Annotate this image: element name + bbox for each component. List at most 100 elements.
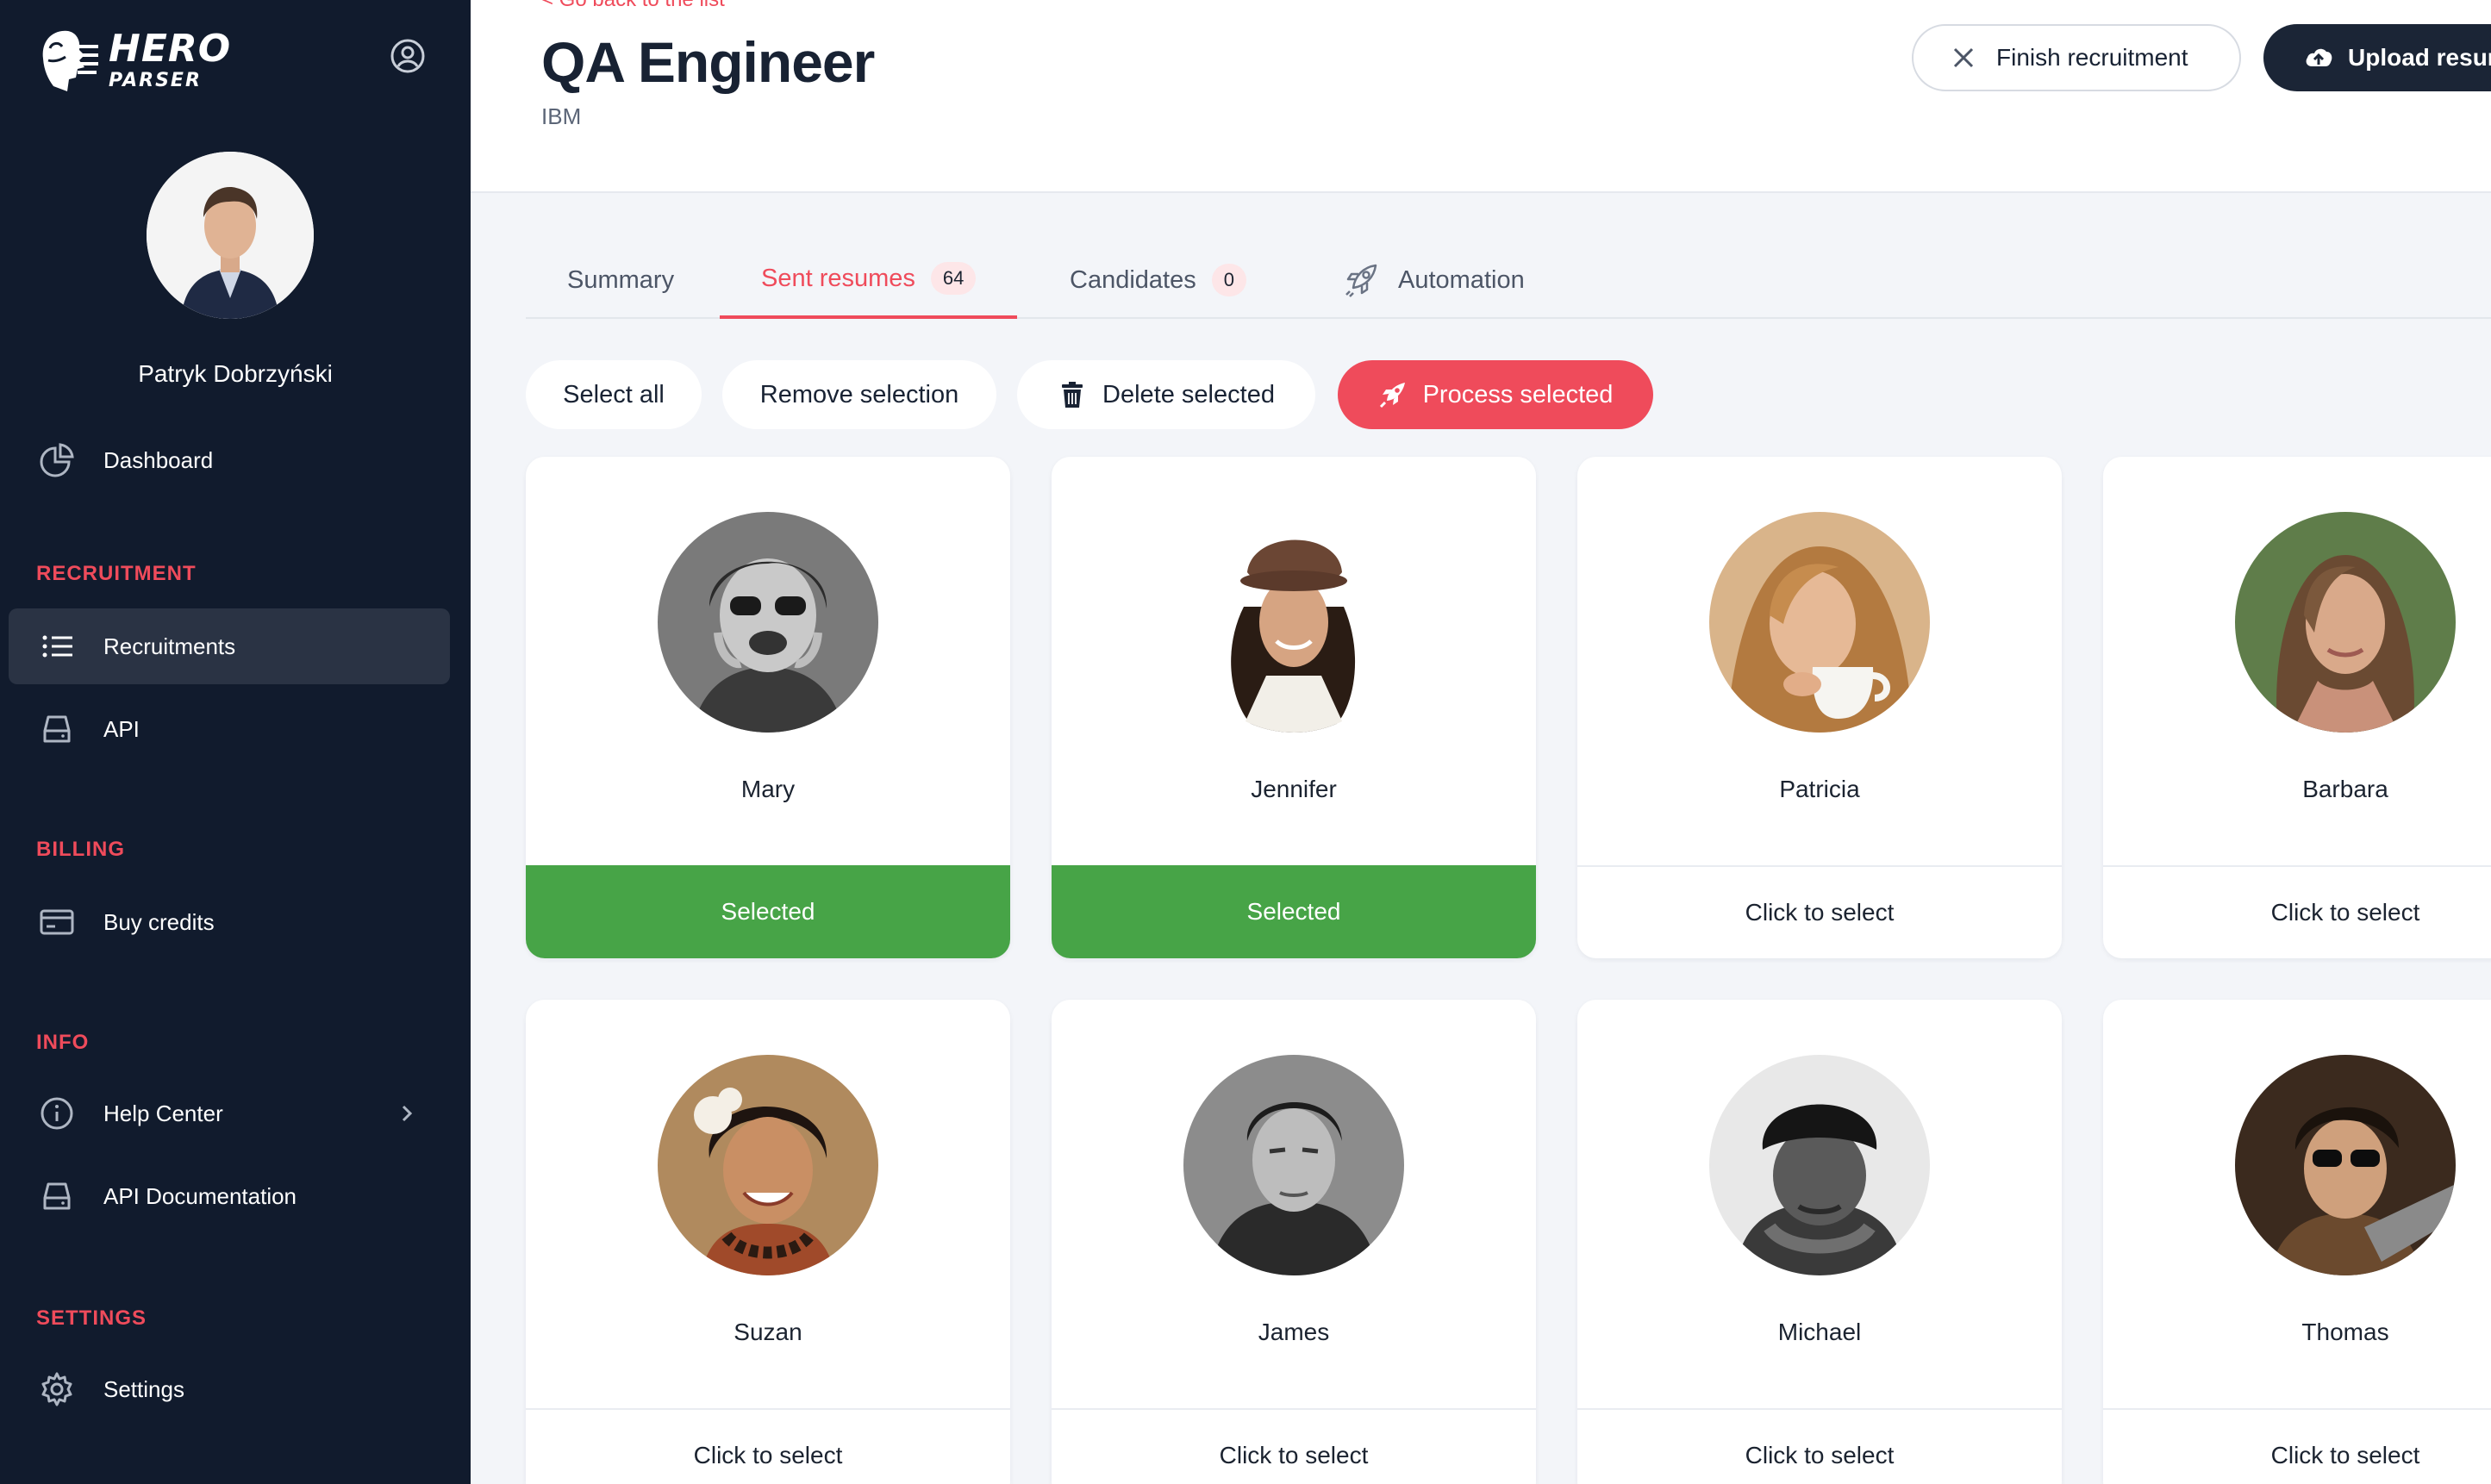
info-icon xyxy=(41,1097,73,1130)
select-toggle[interactable]: Click to select xyxy=(2103,865,2491,958)
sidebar-item-dashboard[interactable]: Dashboard xyxy=(9,422,450,498)
candidate-name: Jennifer xyxy=(1251,776,1337,802)
sidebar-item-api[interactable]: API xyxy=(9,691,450,767)
tab-sent-resumes[interactable]: Sent resumes 64 xyxy=(720,241,1018,319)
rocket-icon xyxy=(1345,264,1377,297)
gear-icon xyxy=(41,1372,72,1406)
candidate-photo xyxy=(1183,1055,1404,1275)
page-header: < Go back to the list QA Engineer IBM Fi… xyxy=(471,0,2491,193)
section-heading-info: INFO xyxy=(36,1031,90,1054)
candidate-photo xyxy=(1709,512,1930,733)
tab-label: Candidates xyxy=(1070,265,1196,294)
candidate-photo-image xyxy=(658,1055,878,1275)
process-selected-label: Process selected xyxy=(1422,380,1614,408)
remove-selection-button[interactable]: Remove selection xyxy=(722,360,996,429)
user-avatar-image xyxy=(147,152,314,319)
sidebar-item-label: Help Center xyxy=(103,1100,223,1126)
tab-candidates[interactable]: Candidates 0 xyxy=(1070,241,1246,319)
rocket-icon xyxy=(1379,383,1405,408)
candidate-card[interactable]: Jennifer Selected xyxy=(1052,457,1536,958)
pie-chart-icon xyxy=(40,443,74,477)
user-avatar[interactable] xyxy=(147,152,314,319)
hero-logo-icon xyxy=(42,30,98,92)
close-icon xyxy=(1953,47,1974,68)
candidate-name: Suzan xyxy=(734,1319,802,1345)
tab-automation[interactable]: Automation xyxy=(1341,241,1525,319)
candidate-name: Patricia xyxy=(1779,776,1860,802)
sidebar: HERO PARSER Patryk Dobrzyński Dashboard … xyxy=(0,0,471,1484)
sidebar-item-api-documentation[interactable]: API Documentation xyxy=(9,1158,450,1234)
candidate-name: James xyxy=(1258,1319,1330,1345)
user-name: Patryk Dobrzyński xyxy=(138,360,333,387)
select-toggle[interactable]: Click to select xyxy=(1052,1408,1536,1484)
select-toggle[interactable]: Click to select xyxy=(2103,1408,2491,1484)
select-toggle[interactable]: Selected xyxy=(526,865,1010,958)
credit-card-icon xyxy=(40,909,74,935)
upload-resumes-button[interactable]: Upload resumes xyxy=(2263,24,2491,91)
finish-recruitment-button[interactable]: Finish recruitment xyxy=(1912,24,2241,91)
candidate-photo-image xyxy=(1709,1055,1930,1275)
tab-summary[interactable]: Summary xyxy=(567,241,674,319)
server-icon xyxy=(43,715,71,743)
count-badge: 0 xyxy=(1211,264,1246,296)
candidate-card[interactable]: Thomas Click to select xyxy=(2103,1000,2491,1484)
candidate-photo xyxy=(2235,1055,2456,1275)
section-heading-billing: BILLING xyxy=(36,838,125,861)
company-name: IBM xyxy=(541,103,582,129)
finish-recruitment-label: Finish recruitment xyxy=(1996,44,2188,71)
remove-selection-label: Remove selection xyxy=(759,380,959,408)
count-badge: 64 xyxy=(930,262,977,295)
candidate-card[interactable]: Mary Selected xyxy=(526,457,1010,958)
candidate-card[interactable]: Michael Click to select xyxy=(1577,1000,2062,1484)
section-heading-recruitment: RECRUITMENT xyxy=(36,562,197,585)
sidebar-item-label: Settings xyxy=(103,1375,184,1402)
candidate-card[interactable]: James Click to select xyxy=(1052,1000,1536,1484)
sidebar-item-label: Dashboard xyxy=(103,446,214,473)
tab-label: Summary xyxy=(567,265,675,294)
sidebar-item-label: Buy credits xyxy=(103,908,215,935)
brand-sub: PARSER xyxy=(109,70,202,91)
sidebar-item-label: Recruitments xyxy=(103,633,236,659)
candidate-name: Michael xyxy=(1777,1319,1862,1345)
sidebar-item-help-center[interactable]: Help Center xyxy=(9,1076,450,1151)
candidate-card[interactable]: Patricia Click to select xyxy=(1577,457,2062,958)
candidate-photo xyxy=(1183,512,1404,733)
candidate-name: Barbara xyxy=(2302,776,2388,802)
sidebar-item-recruitments[interactable]: Recruitments xyxy=(9,608,450,684)
candidate-name: Mary xyxy=(740,776,796,802)
back-to-list-link[interactable]: < Go back to the list xyxy=(541,0,725,12)
section-heading-settings: SETTINGS xyxy=(36,1306,147,1330)
candidate-photo-image xyxy=(1183,1055,1404,1275)
trash-icon xyxy=(1062,382,1083,408)
logo[interactable]: HERO PARSER xyxy=(36,26,231,95)
page-title: QA Engineer xyxy=(541,30,875,94)
delete-selected-button[interactable]: Delete selected xyxy=(1017,360,1315,429)
select-toggle[interactable]: Click to select xyxy=(526,1408,1010,1484)
candidate-name: Thomas xyxy=(2301,1319,2389,1345)
select-toggle[interactable]: Selected xyxy=(1052,865,1536,958)
candidate-card[interactable]: Suzan Click to select xyxy=(526,1000,1010,1484)
account-icon[interactable] xyxy=(390,38,426,74)
candidate-card[interactable]: Barbara Click to select xyxy=(2103,457,2491,958)
sidebar-item-label: API xyxy=(103,715,140,742)
sidebar-item-label: API Documentation xyxy=(103,1182,297,1209)
list-icon xyxy=(42,635,72,658)
server-icon xyxy=(43,1182,71,1210)
candidate-photo-image xyxy=(2235,512,2456,733)
select-toggle[interactable]: Click to select xyxy=(1577,865,2062,958)
candidate-photo xyxy=(2235,512,2456,733)
chevron-right-icon xyxy=(402,1105,413,1122)
candidate-photo-image xyxy=(1709,512,1930,733)
process-selected-button[interactable]: Process selected xyxy=(1338,360,1653,429)
sidebar-item-settings[interactable]: Settings xyxy=(9,1351,450,1427)
select-toggle[interactable]: Click to select xyxy=(1577,1408,2062,1484)
select-all-button[interactable]: Select all xyxy=(526,360,702,429)
tab-label: Sent resumes xyxy=(761,264,915,292)
brand-name: HERO xyxy=(109,27,232,71)
sidebar-item-buy-credits[interactable]: Buy credits xyxy=(9,884,450,960)
tab-label: Automation xyxy=(1398,265,1525,294)
candidate-photo xyxy=(658,1055,878,1275)
candidate-photo-image xyxy=(658,512,878,733)
select-all-label: Select all xyxy=(563,380,665,408)
delete-selected-label: Delete selected xyxy=(1102,380,1275,408)
